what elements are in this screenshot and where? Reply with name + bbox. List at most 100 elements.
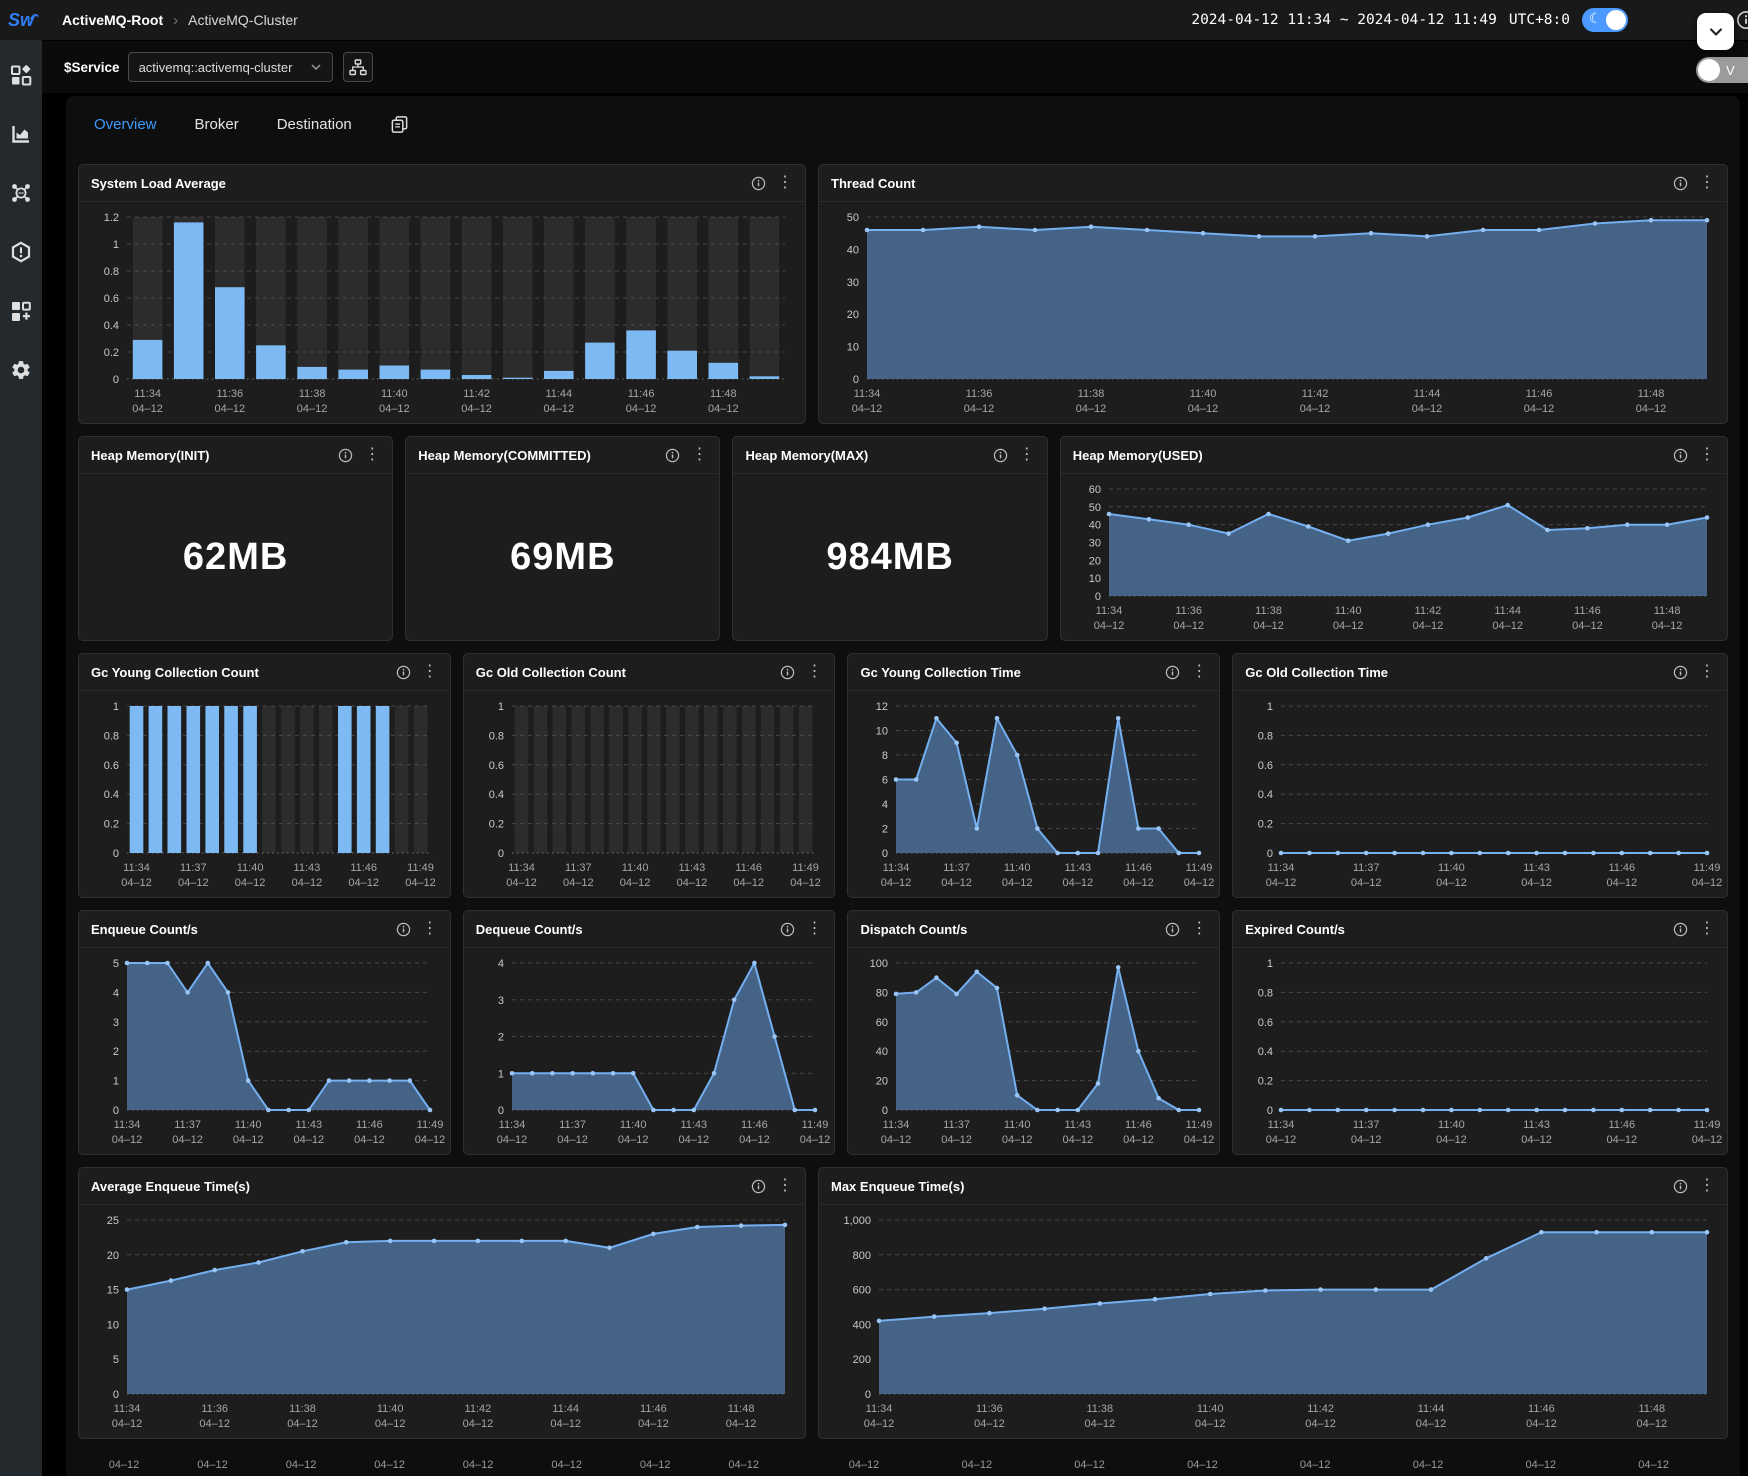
sidebar-item-metrics[interactable]	[10, 123, 32, 145]
svg-text:4: 4	[498, 958, 504, 970]
sidebar-item-settings[interactable]	[10, 359, 32, 381]
kebab-menu-icon[interactable]: ⋮	[1191, 664, 1207, 680]
kebab-menu-icon[interactable]: ⋮	[1699, 921, 1715, 937]
svg-text:11:34: 11:34	[854, 388, 881, 400]
kebab-menu-icon[interactable]: ⋮	[1699, 1178, 1715, 1194]
svg-text:04–12: 04–12	[292, 877, 323, 889]
svg-text:12: 12	[876, 701, 888, 713]
panel-average-enqueue-time: Average Enqueue Time(s) ⋮ 051015202511:3…	[78, 1167, 806, 1439]
kebab-menu-icon[interactable]: ⋮	[691, 447, 707, 463]
svg-text:11:38: 11:38	[1255, 605, 1282, 617]
skywalking-logo[interactable]: Sw	[0, 10, 42, 31]
svg-text:11:46: 11:46	[1609, 862, 1636, 874]
svg-text:0: 0	[865, 1389, 871, 1401]
tab-destination[interactable]: Destination	[277, 116, 352, 133]
kebab-menu-icon[interactable]: ⋮	[1019, 447, 1035, 463]
panel-title: Heap Memory(USED)	[1073, 448, 1673, 463]
svg-text:11:46: 11:46	[1126, 862, 1153, 874]
svg-text:11:46: 11:46	[1126, 1119, 1153, 1131]
copy-pages-icon[interactable]	[390, 115, 409, 134]
view-mode-toggle[interactable]: V	[1696, 57, 1748, 83]
info-icon[interactable]	[1673, 922, 1688, 937]
kebab-menu-icon[interactable]: ⋮	[1699, 664, 1715, 680]
svg-text:04–12: 04–12	[1124, 877, 1155, 889]
svg-text:40: 40	[1088, 520, 1100, 532]
info-icon[interactable]	[396, 665, 411, 680]
svg-text:04–12: 04–12	[112, 1134, 143, 1146]
svg-text:11:46: 11:46	[1609, 1119, 1636, 1131]
breadcrumb-root[interactable]: ActiveMQ-Root	[62, 12, 163, 28]
panel-enqueue-count: Enqueue Count/s ⋮ 01234511:3404–1211:370…	[78, 910, 451, 1155]
sidebar-item-alerting[interactable]	[10, 241, 32, 263]
time-range[interactable]: 2024-04-12 11:34 ~ 2024-04-12 11:49	[1191, 12, 1497, 28]
tab-overview[interactable]: Overview	[94, 116, 157, 133]
info-icon[interactable]	[1165, 922, 1180, 937]
kebab-menu-icon[interactable]: ⋮	[777, 1178, 793, 1194]
panel-title: Thread Count	[831, 176, 1673, 191]
info-icon[interactable]	[1673, 448, 1688, 463]
kebab-menu-icon[interactable]: ⋮	[806, 921, 822, 937]
svg-text:04–12: 04–12	[294, 1134, 325, 1146]
info-icon[interactable]	[993, 448, 1008, 463]
info-icon[interactable]	[1673, 176, 1688, 191]
svg-text:04–12: 04–12	[235, 877, 266, 889]
svg-text:04–12: 04–12	[199, 1418, 230, 1430]
kebab-menu-icon[interactable]: ⋮	[777, 175, 793, 191]
svg-text:11:46: 11:46	[1528, 1403, 1555, 1415]
info-icon[interactable]	[338, 448, 353, 463]
kebab-menu-icon[interactable]: ⋮	[1699, 175, 1715, 191]
svg-text:8: 8	[882, 750, 888, 762]
clipped-chart-labels: 04–1204–1204–1204–1204–1204–1204–1204–12	[78, 1451, 806, 1476]
info-icon[interactable]	[396, 922, 411, 937]
svg-text:11:40: 11:40	[237, 862, 264, 874]
kebab-menu-icon[interactable]: ⋮	[1191, 921, 1207, 937]
svg-text:11:36: 11:36	[201, 1403, 228, 1415]
svg-text:04–12: 04–12	[1522, 877, 1553, 889]
svg-text:0: 0	[498, 848, 504, 860]
tab-broker[interactable]: Broker	[195, 116, 239, 133]
sidebar-item-widgets[interactable]	[10, 300, 32, 322]
dequeue-count-chart: 0123411:3404–1211:3704–1211:4004–1211:43…	[466, 949, 833, 1152]
info-icon[interactable]	[751, 176, 766, 191]
collapse-header-button[interactable]	[1697, 13, 1734, 50]
svg-text:600: 600	[853, 1285, 871, 1297]
svg-text:11:34: 11:34	[1095, 605, 1122, 617]
info-icon[interactable]	[1165, 665, 1180, 680]
info-icon[interactable]	[751, 1179, 766, 1194]
info-icon[interactable]	[780, 665, 795, 680]
kebab-menu-icon[interactable]: ⋮	[364, 447, 380, 463]
service-select[interactable]: activemq::activemq-cluster	[128, 52, 333, 82]
alarm-hexagon-icon	[10, 241, 32, 263]
svg-text:11:40: 11:40	[1438, 862, 1465, 874]
svg-text:11:40: 11:40	[1004, 862, 1031, 874]
svg-text:11:40: 11:40	[377, 1403, 404, 1415]
svg-text:30: 30	[847, 277, 859, 289]
service-topology-button[interactable]	[343, 52, 373, 82]
timezone[interactable]: UTC+8:0	[1509, 12, 1570, 28]
info-icon[interactable]	[665, 448, 680, 463]
sidebar-item-dashboards[interactable]	[10, 64, 32, 86]
info-icon[interactable]	[1673, 1179, 1688, 1194]
svg-text:04–12: 04–12	[121, 877, 152, 889]
svg-text:04–12: 04–12	[942, 1134, 973, 1146]
grid-plus-icon	[10, 300, 32, 322]
svg-text:04–12: 04–12	[1692, 1134, 1723, 1146]
svg-text:04–12: 04–12	[1253, 620, 1284, 632]
average-enqueue-time-chart: 051015202511:3404–1211:3604–1211:3804–12…	[81, 1206, 803, 1436]
kebab-menu-icon[interactable]: ⋮	[1699, 447, 1715, 463]
kebab-menu-icon[interactable]: ⋮	[422, 921, 438, 937]
bar-chart-icon	[10, 123, 32, 145]
svg-text:11:40: 11:40	[235, 1119, 262, 1131]
svg-text:04–12: 04–12	[1305, 1418, 1336, 1430]
dark-mode-toggle[interactable]: ☾	[1582, 8, 1628, 32]
sidebar-item-topology[interactable]	[10, 182, 32, 204]
topbar-right: 2024-04-12 11:34 ~ 2024-04-12 11:49 UTC+…	[1191, 8, 1748, 32]
kebab-menu-icon[interactable]: ⋮	[422, 664, 438, 680]
info-icon[interactable]	[780, 922, 795, 937]
kebab-menu-icon[interactable]: ⋮	[806, 664, 822, 680]
info-icon[interactable]	[1736, 10, 1748, 35]
panel-title: Enqueue Count/s	[91, 922, 396, 937]
info-icon[interactable]	[1673, 665, 1688, 680]
svg-text:11:46: 11:46	[356, 1119, 383, 1131]
svg-text:04–12: 04–12	[1076, 403, 1107, 415]
